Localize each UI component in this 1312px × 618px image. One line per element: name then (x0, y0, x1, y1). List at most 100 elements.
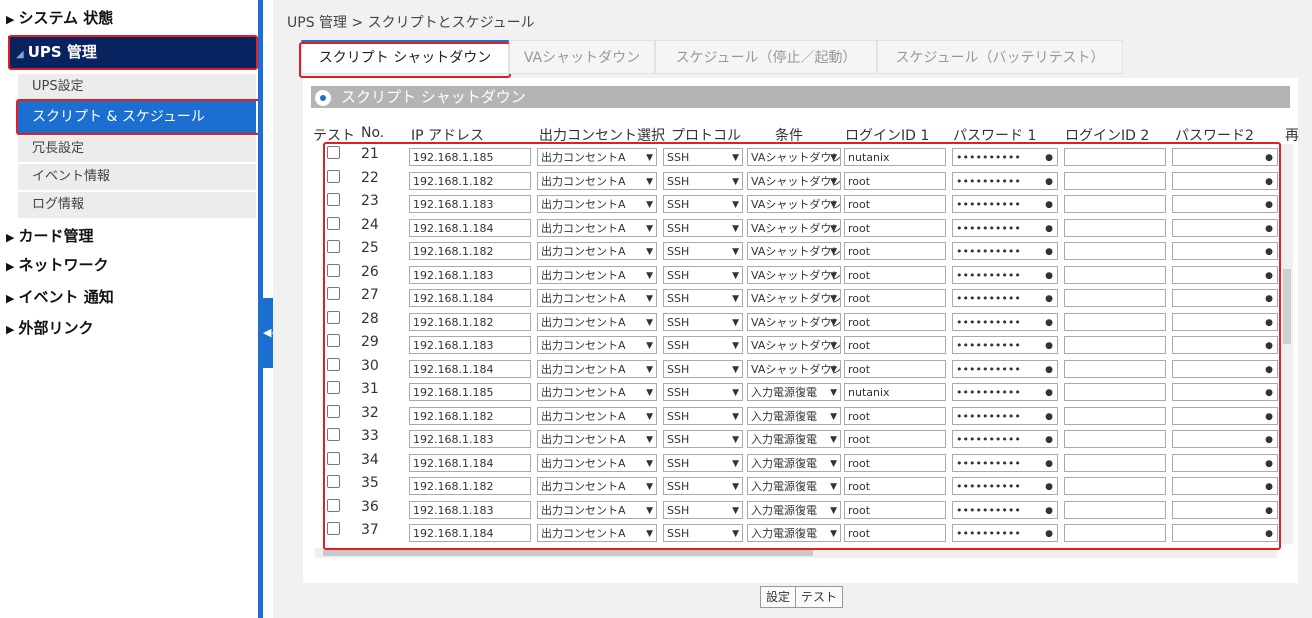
ip-address-field[interactable]: 192.168.1.184 (409, 453, 531, 472)
protocol-select[interactable]: SSH ▼ (663, 500, 743, 519)
tab-va-shutdown[interactable]: VAシャットダウン (509, 40, 655, 74)
vertical-scroll-thumb[interactable] (1283, 269, 1291, 344)
login-id-1-field[interactable]: root (844, 430, 946, 448)
eye-icon[interactable]: ● (1045, 502, 1053, 518)
password-2-field[interactable]: ● (1172, 406, 1278, 425)
login-id-1-field[interactable]: root (844, 265, 946, 284)
login-id-1-field[interactable]: nutanix (844, 148, 946, 166)
password-2-field[interactable]: ● (1172, 500, 1278, 519)
eye-icon[interactable]: ● (1265, 455, 1273, 471)
eye-icon[interactable]: ● (1265, 478, 1273, 494)
outlet-select[interactable]: 出力コンセントA ▼ (537, 242, 657, 260)
login-id-2-field[interactable] (1064, 383, 1166, 401)
password-1-field[interactable]: •••••••••• ● (952, 242, 1058, 260)
eye-icon[interactable]: ● (1265, 243, 1273, 259)
password-2-field[interactable]: ● (1172, 171, 1278, 190)
password-1-field[interactable]: •••••••••• ● (952, 336, 1058, 354)
login-id-1-field[interactable]: root (844, 359, 946, 378)
password-2-field[interactable]: ● (1172, 453, 1278, 472)
login-id-2-field[interactable] (1064, 359, 1166, 378)
password-2-field[interactable]: ● (1172, 218, 1278, 237)
ip-address-field[interactable]: 192.168.1.183 (409, 500, 531, 519)
collapse-sidebar-button[interactable]: ◀◀ (263, 298, 280, 368)
login-id-1-field[interactable]: root (844, 477, 946, 495)
login-id-1-field[interactable]: root (844, 218, 946, 237)
eye-icon[interactable]: ● (1265, 502, 1273, 518)
ip-address-field[interactable]: 192.168.1.183 (409, 336, 531, 354)
protocol-select[interactable]: SSH ▼ (663, 524, 743, 542)
password-1-field[interactable]: •••••••••• ● (952, 195, 1058, 213)
outlet-select[interactable]: 出力コンセントA ▼ (537, 148, 657, 166)
eye-icon[interactable]: ● (1045, 478, 1053, 494)
eye-icon[interactable]: ● (1265, 431, 1273, 447)
protocol-select[interactable]: SSH ▼ (663, 383, 743, 401)
eye-icon[interactable]: ● (1045, 243, 1053, 259)
login-id-2-field[interactable] (1064, 148, 1166, 166)
ip-address-field[interactable]: 192.168.1.185 (409, 148, 531, 166)
login-id-1-field[interactable]: root (844, 171, 946, 190)
eye-icon[interactable]: ● (1265, 173, 1273, 189)
password-1-field[interactable]: •••••••••• ● (952, 453, 1058, 472)
eye-icon[interactable]: ● (1045, 337, 1053, 353)
test-checkbox[interactable] (327, 498, 340, 512)
test-checkbox[interactable] (327, 475, 340, 488)
test-checkbox[interactable] (327, 310, 340, 324)
test-checkbox[interactable] (327, 357, 340, 371)
eye-icon[interactable]: ● (1045, 267, 1053, 283)
login-id-1-field[interactable]: nutanix (844, 383, 946, 401)
password-2-field[interactable]: ● (1172, 336, 1278, 354)
horizontal-scroll-thumb[interactable] (323, 550, 813, 556)
login-id-2-field[interactable] (1064, 312, 1166, 331)
tab-schedule-battery-test[interactable]: スケジュール（バッテリテスト） (877, 40, 1123, 74)
ip-address-field[interactable]: 192.168.1.184 (409, 289, 531, 307)
login-id-2-field[interactable] (1064, 265, 1166, 284)
eye-icon[interactable]: ● (1045, 431, 1053, 447)
outlet-select[interactable]: 出力コンセントA ▼ (537, 477, 657, 495)
outlet-select[interactable]: 出力コンセントA ▼ (537, 336, 657, 354)
test-checkbox[interactable] (327, 404, 340, 418)
login-id-2-field[interactable] (1064, 453, 1166, 472)
protocol-select[interactable]: SSH ▼ (663, 336, 743, 354)
eye-icon[interactable]: ● (1265, 290, 1273, 306)
login-id-2-field[interactable] (1064, 500, 1166, 519)
password-1-field[interactable]: •••••••••• ● (952, 383, 1058, 401)
login-id-1-field[interactable]: root (844, 406, 946, 425)
login-id-1-field[interactable]: root (844, 524, 946, 542)
eye-icon[interactable]: ● (1045, 361, 1053, 377)
condition-select[interactable]: VAシャットダウン ▼ (747, 359, 841, 378)
eye-icon[interactable]: ● (1045, 525, 1053, 541)
password-2-field[interactable]: ● (1172, 430, 1278, 448)
test-checkbox[interactable] (327, 263, 340, 277)
password-2-field[interactable]: ● (1172, 524, 1278, 542)
test-checkbox[interactable] (327, 169, 340, 183)
login-id-2-field[interactable] (1064, 195, 1166, 213)
test-checkbox[interactable] (327, 216, 340, 230)
ip-address-field[interactable]: 192.168.1.183 (409, 195, 531, 213)
condition-select[interactable]: VAシャットダウン ▼ (747, 195, 841, 213)
sidebar-item-redundancy[interactable]: 冗長設定 (18, 136, 256, 162)
protocol-select[interactable]: SSH ▼ (663, 195, 743, 213)
condition-select[interactable]: VAシャットダウン ▼ (747, 218, 841, 237)
test-checkbox[interactable] (327, 287, 340, 300)
eye-icon[interactable]: ● (1265, 196, 1273, 212)
eye-icon[interactable]: ● (1265, 267, 1273, 283)
login-id-2-field[interactable] (1064, 430, 1166, 448)
ip-address-field[interactable]: 192.168.1.185 (409, 383, 531, 401)
protocol-select[interactable]: SSH ▼ (663, 148, 743, 166)
condition-select[interactable]: 入力電源復電 ▼ (747, 500, 841, 519)
vertical-scrollbar[interactable] (1281, 144, 1293, 544)
outlet-select[interactable]: 出力コンセントA ▼ (537, 453, 657, 472)
condition-select[interactable]: VAシャットダウン ▼ (747, 148, 841, 166)
condition-select[interactable]: VAシャットダウン ▼ (747, 265, 841, 284)
protocol-select[interactable]: SSH ▼ (663, 289, 743, 307)
protocol-select[interactable]: SSH ▼ (663, 312, 743, 331)
nav-event-notification[interactable]: ▶ イベント 通知 (0, 283, 114, 311)
sidebar-item-ups-settings[interactable]: UPS設定 (18, 74, 256, 100)
test-checkbox[interactable] (327, 451, 340, 465)
save-button[interactable]: 設定 (760, 586, 797, 608)
ip-address-field[interactable]: 192.168.1.182 (409, 406, 531, 425)
login-id-2-field[interactable] (1064, 524, 1166, 542)
eye-icon[interactable]: ● (1265, 408, 1273, 424)
password-1-field[interactable]: •••••••••• ● (952, 289, 1058, 307)
login-id-1-field[interactable]: root (844, 289, 946, 307)
